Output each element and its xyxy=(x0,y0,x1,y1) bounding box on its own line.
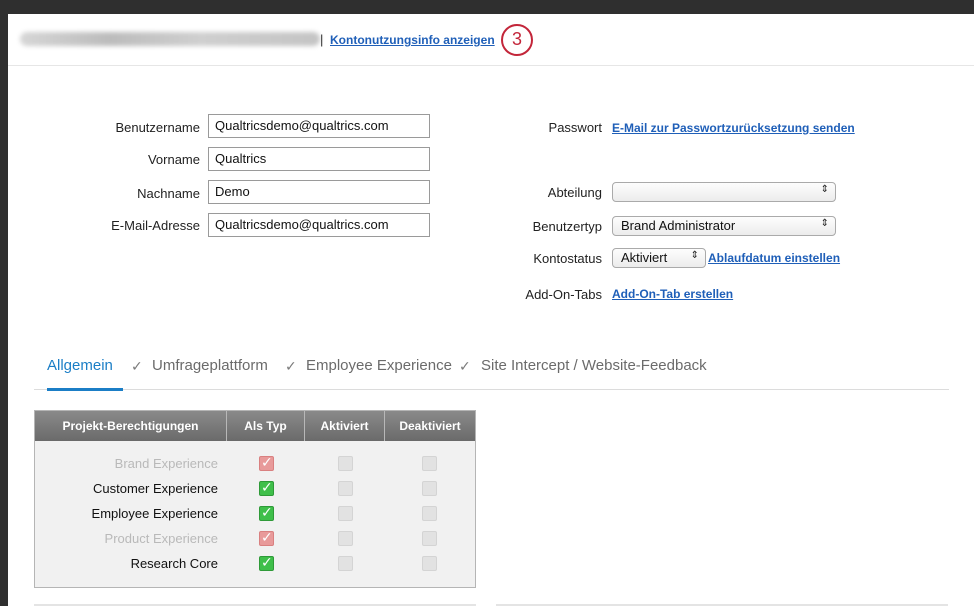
username-label: Benutzername xyxy=(115,120,200,135)
column-header-permissions: Projekt-Berechtigungen xyxy=(35,411,227,441)
department-select[interactable]: ⇕ xyxy=(612,182,836,202)
row-label-brand-experience: Brand Experience xyxy=(114,456,218,471)
tab-allgemein[interactable]: Allgemein xyxy=(47,357,113,374)
email-field[interactable]: Qualtricsdemo@qualtrics.com xyxy=(208,213,430,237)
checkmark-icon: ✓ xyxy=(261,454,273,470)
employee-experience-deactivated-checkbox[interactable] xyxy=(422,506,437,521)
checkmark-icon: ✓ xyxy=(261,529,273,545)
lastname-label: Nachname xyxy=(137,186,200,201)
checkmark-icon: ✓ xyxy=(261,504,273,520)
product-experience-as-type-checkbox[interactable]: ✓ xyxy=(259,529,274,546)
account-usage-info-link[interactable]: Kontonutzungsinfo anzeigen xyxy=(330,33,495,47)
select-arrows-icon: ⇕ xyxy=(820,218,829,229)
firstname-label: Vorname xyxy=(147,152,200,167)
select-arrows-icon: ⇕ xyxy=(690,250,699,261)
user-settings-dialog: | Kontonutzungsinfo anzeigen 3 Benutzern… xyxy=(8,14,974,606)
employee-experience-activated-checkbox[interactable] xyxy=(338,506,353,521)
check-icon: ✓ xyxy=(459,358,471,374)
header-separator: | xyxy=(320,32,324,47)
tab-employee-experience[interactable]: Employee Experience xyxy=(306,357,452,374)
check-icon: ✓ xyxy=(131,358,143,374)
send-password-reset-link[interactable]: E-Mail zur Passwortzurücksetzung senden xyxy=(612,121,855,135)
email-label: E-Mail-Adresse xyxy=(111,218,200,233)
row-label-product-experience: Product Experience xyxy=(104,531,218,546)
department-label: Abteilung xyxy=(547,185,602,200)
create-addon-tab-link[interactable]: Add-On-Tab erstellen xyxy=(612,287,733,301)
usertype-select[interactable]: Brand Administrator ⇕ xyxy=(612,216,836,236)
employee-experience-as-type-checkbox[interactable]: ✓ xyxy=(259,504,274,521)
research-core-deactivated-checkbox[interactable] xyxy=(422,556,437,571)
customer-experience-deactivated-checkbox[interactable] xyxy=(422,481,437,496)
set-expiry-date-link[interactable]: Ablaufdatum einstellen xyxy=(708,251,840,265)
check-icon: ✓ xyxy=(285,358,297,374)
project-permissions-table: Projekt-Berechtigungen Als Typ Aktiviert… xyxy=(34,410,476,588)
tab-site-intercept[interactable]: Site Intercept / Website-Feedback xyxy=(481,357,707,374)
usertype-value: Brand Administrator xyxy=(621,218,736,233)
product-experience-deactivated-checkbox[interactable] xyxy=(422,531,437,546)
row-label-employee-experience: Employee Experience xyxy=(91,506,218,521)
password-label: Passwort xyxy=(548,120,602,135)
account-header: | Kontonutzungsinfo anzeigen 3 xyxy=(8,14,974,66)
blurred-account-email xyxy=(20,32,320,46)
research-core-as-type-checkbox[interactable]: ✓ xyxy=(259,554,274,571)
step-callout-badge: 3 xyxy=(501,24,533,56)
permission-tabs: Allgemein ✓ Umfrageplattform ✓ Employee … xyxy=(34,346,949,391)
row-label-research-core: Research Core xyxy=(130,556,218,571)
row-label-customer-experience: Customer Experience xyxy=(93,481,218,496)
active-tab-indicator xyxy=(47,388,123,391)
username-field[interactable]: Qualtricsdemo@qualtrics.com xyxy=(208,114,430,138)
brand-experience-as-type-checkbox[interactable]: ✓ xyxy=(259,454,274,471)
tab-umfrageplattform[interactable]: Umfrageplattform xyxy=(152,357,268,374)
account-status-value: Aktiviert xyxy=(621,250,668,265)
usertype-label: Benutzertyp xyxy=(532,219,602,234)
addon-tabs-label: Add-On-Tabs xyxy=(525,287,602,302)
column-header-deactivated: Deaktiviert xyxy=(399,419,461,433)
table-header-row: Projekt-Berechtigungen Als Typ Aktiviert… xyxy=(35,411,475,441)
column-header-activated: Aktiviert xyxy=(305,411,385,441)
product-experience-activated-checkbox[interactable] xyxy=(338,531,353,546)
column-header-as-type: Als Typ xyxy=(227,411,305,441)
customer-experience-activated-checkbox[interactable] xyxy=(338,481,353,496)
checkmark-icon: ✓ xyxy=(261,479,273,495)
lastname-field[interactable]: Demo xyxy=(208,180,430,204)
account-status-select[interactable]: Aktiviert ⇕ xyxy=(612,248,706,268)
checkmark-icon: ✓ xyxy=(261,554,273,570)
customer-experience-as-type-checkbox[interactable]: ✓ xyxy=(259,479,274,496)
firstname-field[interactable]: Qualtrics xyxy=(208,147,430,171)
research-core-activated-checkbox[interactable] xyxy=(338,556,353,571)
account-status-label: Kontostatus xyxy=(533,251,602,266)
brand-experience-deactivated-checkbox[interactable] xyxy=(422,456,437,471)
brand-experience-activated-checkbox[interactable] xyxy=(338,456,353,471)
select-arrows-icon: ⇕ xyxy=(820,184,829,195)
